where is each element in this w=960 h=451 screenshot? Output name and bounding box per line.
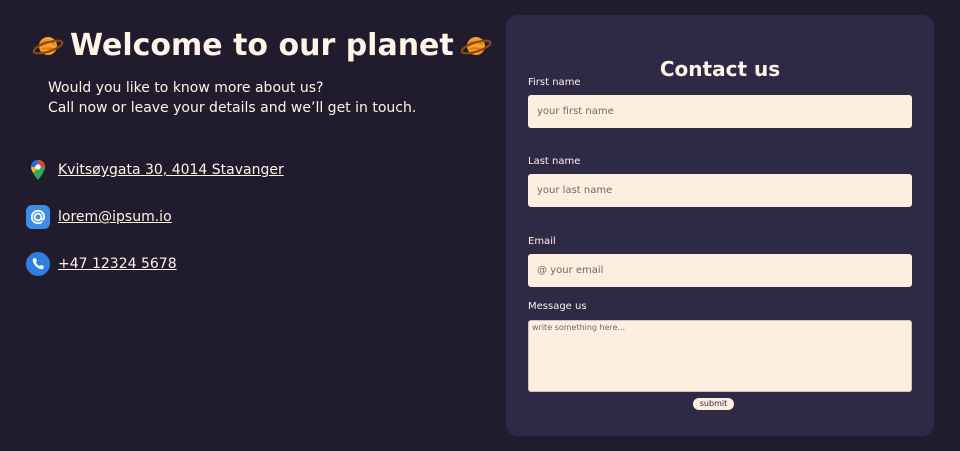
message-textarea[interactable] — [528, 320, 912, 392]
intro-text: Would you like to know more about us? Ca… — [48, 78, 416, 118]
planet-icon — [460, 36, 492, 55]
phone-link[interactable]: +47 12324 5678 — [58, 256, 177, 272]
contact-form-card: Contact us First name Last name Email Me… — [506, 15, 934, 436]
intro-section: Welcome to our planet Would you like to … — [0, 0, 500, 451]
phone-icon — [26, 252, 50, 276]
last-name-input[interactable] — [528, 174, 912, 207]
map-pin-icon — [31, 160, 45, 180]
at-sign-icon — [26, 205, 50, 229]
first-name-label: First name — [528, 77, 581, 88]
message-label: Message us — [528, 301, 587, 312]
title-text: Welcome to our planet — [70, 28, 454, 63]
address-row: Kvitsøygata 30, 4014 Stavanger — [26, 158, 284, 182]
submit-button[interactable]: submit — [693, 398, 734, 410]
phone-row: +47 12324 5678 — [26, 252, 177, 276]
planet-icon — [32, 36, 64, 55]
address-link[interactable]: Kvitsøygata 30, 4014 Stavanger — [58, 162, 284, 178]
email-input[interactable] — [528, 254, 912, 287]
first-name-input[interactable] — [528, 95, 912, 128]
email-link[interactable]: lorem@ipsum.io — [58, 209, 172, 225]
email-row: lorem@ipsum.io — [26, 205, 172, 229]
intro-line: Would you like to know more about us? — [48, 80, 324, 96]
page-title: Welcome to our planet — [32, 28, 492, 63]
intro-line: Call now or leave your details and we’ll… — [48, 100, 417, 116]
email-label: Email — [528, 236, 556, 247]
last-name-label: Last name — [528, 156, 581, 167]
